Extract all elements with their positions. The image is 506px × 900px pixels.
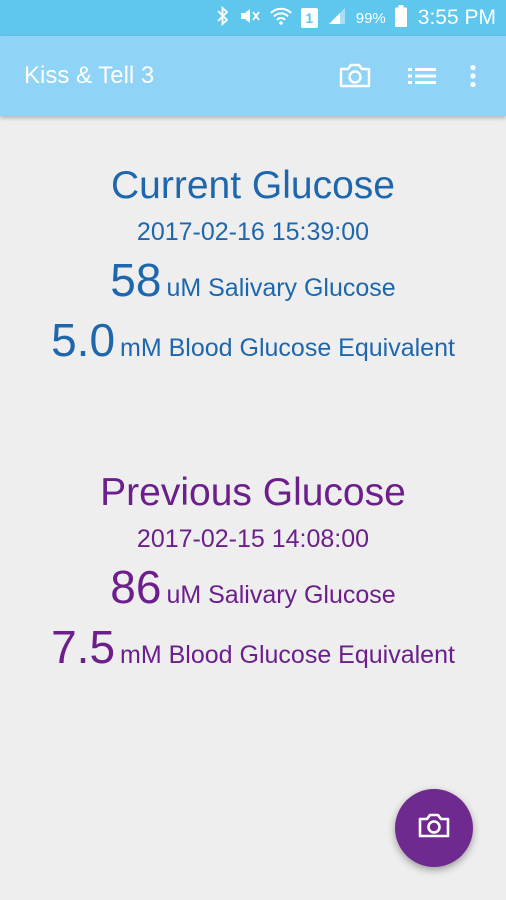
more-vert-icon[interactable] (463, 58, 483, 94)
bluetooth-icon (216, 5, 230, 31)
previous-blood-value: 7.5 (51, 621, 116, 673)
status-icons: 1 99% 3:55 PM (216, 0, 496, 36)
current-blood-value: 5.0 (51, 314, 116, 366)
previous-glucose-datetime: 2017-02-15 14:08:00 (136, 525, 370, 553)
current-blood-label: mM Blood Glucose Equivalent (120, 334, 455, 362)
previous-salivary-row: 86 uM Salivary Glucose (0, 560, 506, 614)
current-salivary-row: 58 uM Salivary Glucose (0, 253, 506, 307)
camera-fab-button[interactable] (395, 789, 473, 867)
sim-icon: 1 (300, 8, 318, 28)
current-glucose-section: Current Glucose 2017-02-16 15:39:00 58 u… (0, 164, 506, 367)
wifi-icon (270, 6, 292, 31)
battery-icon (394, 4, 407, 32)
signal-icon (327, 6, 347, 31)
current-glucose-datetime: 2017-02-16 15:39:00 (136, 218, 370, 246)
previous-salivary-value: 86 (110, 561, 162, 613)
list-icon[interactable] (406, 58, 438, 94)
battery-percent: 99% (355, 9, 386, 27)
camera-icon (417, 813, 451, 844)
status-time: 3:55 PM (417, 6, 496, 29)
app-bar: Kiss & Tell 3 (0, 36, 506, 116)
mute-icon (239, 6, 261, 31)
current-glucose-title: Current Glucose (111, 164, 395, 207)
current-salivary-label: uM Salivary Glucose (166, 274, 396, 302)
status-bar: 1 99% 3:55 PM (0, 0, 506, 36)
previous-salivary-label: uM Salivary Glucose (166, 581, 396, 609)
current-salivary-value: 58 (110, 254, 162, 306)
current-blood-row: 5.0 mM Blood Glucose Equivalent (0, 313, 506, 367)
previous-glucose-title: Previous Glucose (100, 471, 406, 514)
previous-glucose-section: Previous Glucose 2017-02-15 14:08:00 86 … (0, 471, 506, 674)
previous-blood-label: mM Blood Glucose Equivalent (120, 641, 455, 669)
camera-icon[interactable] (336, 58, 374, 94)
app-title: Kiss & Tell 3 (24, 62, 155, 89)
previous-blood-row: 7.5 mM Blood Glucose Equivalent (0, 620, 506, 674)
